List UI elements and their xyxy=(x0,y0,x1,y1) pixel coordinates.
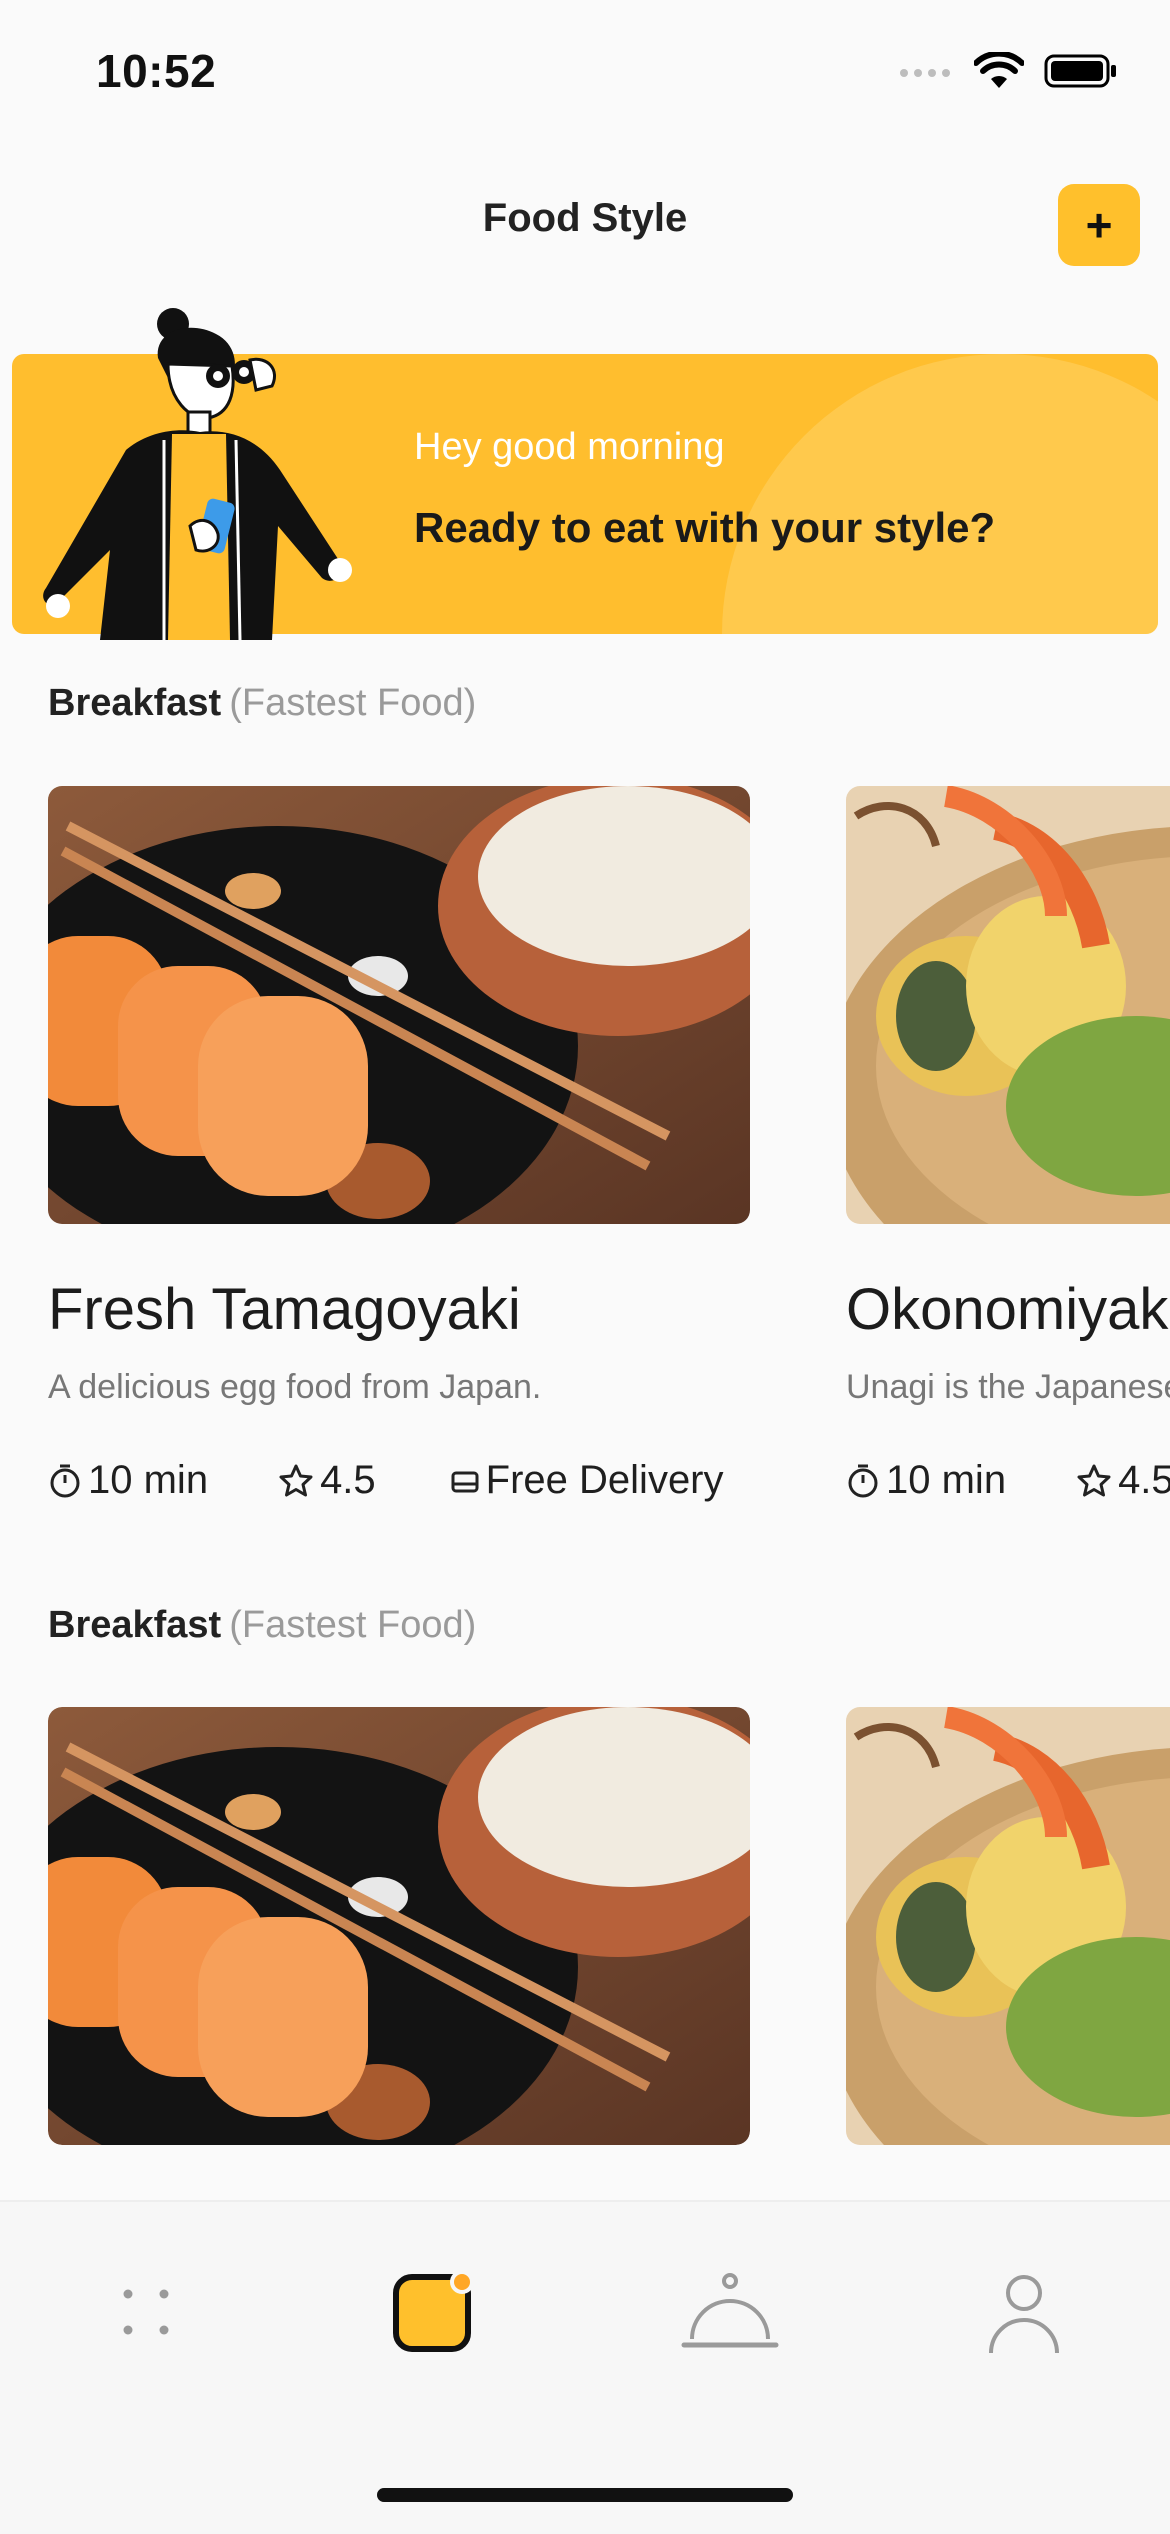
page-title: Food Style xyxy=(482,196,688,240)
tempura-image-clip xyxy=(846,1707,1170,2145)
rating: 4.5 xyxy=(1076,1458,1170,1503)
section-title: Breakfast xyxy=(48,682,222,724)
tab-bar xyxy=(0,2200,1170,2534)
app-icon xyxy=(393,2270,474,2352)
grid-dots-icon xyxy=(123,2289,169,2335)
delivery: Free Delivery xyxy=(450,1458,724,1503)
banner-decoration xyxy=(722,354,1158,634)
rating: 4.5 xyxy=(278,1458,376,1503)
battery-icon xyxy=(1044,54,1116,88)
person-binoculars-illustration xyxy=(43,308,352,640)
food-name: Okonomiyak xyxy=(846,1277,1169,1342)
stopwatch-icon xyxy=(50,1464,80,1497)
tab-home[interactable] xyxy=(374,2252,494,2372)
delivery-label: Free Delivery xyxy=(485,1458,724,1502)
cellular-signal-icon xyxy=(900,69,950,77)
food-description: A delicious egg food from Japan. xyxy=(48,1368,542,1406)
tab-grid[interactable] xyxy=(86,2252,206,2372)
wifi-icon xyxy=(974,52,1024,88)
tab-profile[interactable] xyxy=(964,2252,1084,2372)
section-header: Breakfast (Fastest Food) xyxy=(48,1604,476,1647)
prep-time: 10 min xyxy=(846,1458,1006,1503)
cloche-icon xyxy=(681,2273,779,2348)
food-name: Fresh Tamagoyaki xyxy=(48,1277,521,1342)
tab-orders[interactable] xyxy=(670,2252,790,2372)
status-icons xyxy=(898,52,1118,90)
section-subtitle: (Fastest Food) xyxy=(229,1604,477,1646)
add-button[interactable]: + xyxy=(1058,184,1140,266)
stopwatch-icon xyxy=(848,1464,878,1497)
home-indicator xyxy=(377,2488,793,2502)
food-description: Unagi is the Japanese xyxy=(846,1368,1170,1406)
status-bar: 10:52 xyxy=(0,0,1170,140)
star-icon xyxy=(1077,1464,1111,1496)
banner-greeting: Hey good morning xyxy=(414,426,725,468)
food-meta: 10 min 4.5 Free Delivery xyxy=(48,1458,724,1503)
star-icon xyxy=(279,1464,313,1496)
tamagoyaki-image xyxy=(48,786,750,1224)
section-header: Breakfast (Fastest Food) xyxy=(48,682,476,725)
food-meta: 10 min 4.5 xyxy=(846,1458,1170,1503)
banner-headline: Ready to eat with your style? xyxy=(414,504,996,551)
section-title: Breakfast xyxy=(48,1604,222,1646)
tempura-image[interactable] xyxy=(846,1707,1170,2145)
tempura-image xyxy=(846,786,1170,1224)
prep-time-label: 10 min xyxy=(88,1458,209,1502)
prep-time-label: 10 min xyxy=(886,1458,1007,1502)
rating-label: 4.5 xyxy=(1118,1458,1170,1502)
status-time: 10:52 xyxy=(96,45,217,97)
app-header: Food Style + xyxy=(0,180,1170,270)
tamagoyaki-image[interactable] xyxy=(48,1707,750,2145)
food-card-clip: Okonomiyak Unagi is the Japanese 10 min … xyxy=(846,786,1170,1526)
profile-icon xyxy=(989,2275,1059,2354)
section-subtitle: (Fastest Food) xyxy=(229,682,477,724)
rating-label: 4.5 xyxy=(320,1458,376,1502)
delivery-icon xyxy=(451,1471,479,1492)
prep-time: 10 min xyxy=(48,1458,208,1503)
